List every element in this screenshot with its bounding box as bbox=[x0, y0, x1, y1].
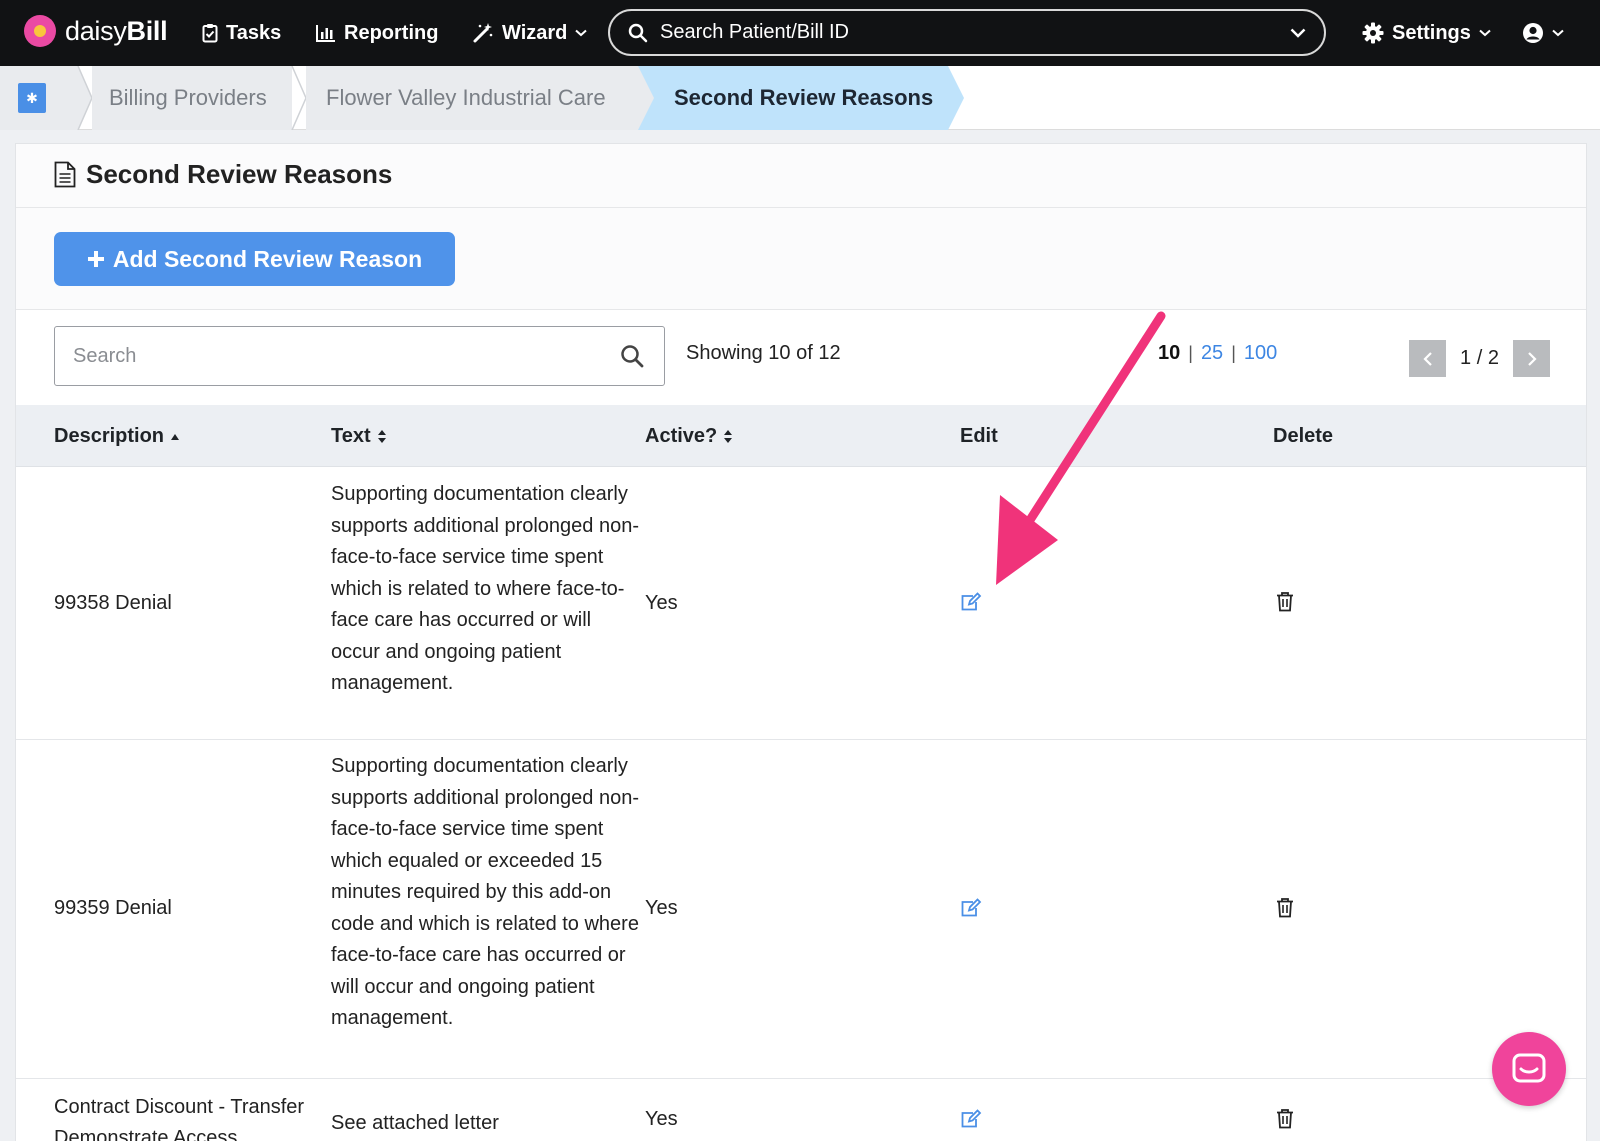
user-menu[interactable] bbox=[1522, 18, 1564, 48]
column-active-label: Active? bbox=[645, 425, 718, 447]
second-review-reasons-panel: Second Review Reasons Add Second Review … bbox=[15, 143, 1587, 1141]
nav-tasks-label: Tasks bbox=[226, 21, 282, 44]
nav-reporting[interactable]: Reporting bbox=[316, 18, 438, 48]
table-search[interactable] bbox=[54, 326, 665, 386]
breadcrumb-billing-providers-label: Billing Providers bbox=[109, 85, 267, 110]
breadcrumb-flower-valley[interactable]: Flower Valley Industrial Care bbox=[306, 66, 638, 130]
table-row: Contract Discount - Transfer Demonstrate… bbox=[16, 1080, 1586, 1141]
panel-header: Second Review Reasons bbox=[16, 144, 1586, 208]
trash-icon[interactable] bbox=[1276, 897, 1294, 918]
trash-icon[interactable] bbox=[1276, 591, 1294, 612]
breadcrumb: ✱ Billing Providers Flower Valley Indust… bbox=[0, 66, 1600, 130]
breadcrumb-separator bbox=[638, 66, 654, 130]
pagination: 1 / 2 bbox=[1409, 340, 1550, 377]
clipboard-check-icon bbox=[202, 24, 218, 43]
chevron-right-icon bbox=[1527, 351, 1537, 366]
document-icon bbox=[54, 161, 76, 188]
table-search-input[interactable] bbox=[73, 344, 620, 368]
row-text: Supporting documentation clearly support… bbox=[331, 755, 639, 1029]
sort-icon bbox=[724, 430, 733, 443]
nav-settings-label: Settings bbox=[1392, 21, 1471, 44]
row-active: Yes bbox=[645, 592, 678, 614]
row-active: Yes bbox=[645, 897, 678, 919]
magic-wand-icon bbox=[473, 23, 493, 43]
per-page-10: 10 bbox=[1158, 342, 1181, 364]
patient-bill-search-placeholder: Search Patient/Bill ID bbox=[660, 21, 849, 43]
prev-page-button[interactable] bbox=[1409, 340, 1446, 377]
bar-chart-icon bbox=[316, 25, 335, 42]
page-indicator: 1 / 2 bbox=[1460, 347, 1499, 369]
breadcrumb-flower-valley-label: Flower Valley Industrial Care bbox=[326, 85, 606, 110]
nav-reporting-label: Reporting bbox=[344, 21, 439, 44]
column-edit-label: Edit bbox=[960, 425, 998, 447]
search-icon bbox=[628, 23, 648, 42]
row-text: See attached letter bbox=[331, 1112, 499, 1134]
provider-file-icon: ✱ bbox=[18, 83, 46, 113]
row-text: Supporting documentation clearly support… bbox=[331, 483, 639, 694]
nav-tasks[interactable]: Tasks bbox=[202, 18, 281, 48]
next-page-button[interactable] bbox=[1513, 340, 1550, 377]
results-count: Showing 10 of 12 bbox=[686, 342, 841, 364]
logo-text-bill: Bill bbox=[126, 15, 168, 46]
logo-text-daisy: daisy bbox=[65, 15, 127, 46]
add-second-review-reason-button[interactable]: Add Second Review Reason bbox=[54, 232, 455, 286]
edit-icon[interactable] bbox=[960, 1109, 982, 1129]
column-description-label: Description bbox=[54, 425, 165, 447]
column-header-description[interactable]: Description bbox=[54, 425, 180, 448]
page-title: Second Review Reasons bbox=[54, 159, 392, 190]
top-nav: daisyBill Tasks Reporting Wizard Search … bbox=[0, 0, 1600, 66]
breadcrumb-current-label: Second Review Reasons bbox=[674, 85, 934, 110]
table-row: 99358 Denial Supporting documentation cl… bbox=[16, 468, 1586, 740]
add-button-label: Add Second Review Reason bbox=[112, 245, 423, 272]
sort-asc-icon bbox=[171, 433, 180, 440]
nav-wizard[interactable]: Wizard bbox=[472, 18, 588, 48]
sort-icon bbox=[377, 430, 386, 443]
per-page-25[interactable]: 25 bbox=[1201, 342, 1223, 365]
breadcrumb-separator bbox=[77, 66, 93, 130]
chevron-left-icon bbox=[1422, 351, 1432, 366]
gear-icon bbox=[1362, 22, 1384, 44]
column-header-edit: Edit bbox=[960, 425, 998, 448]
column-header-active[interactable]: Active? bbox=[645, 425, 733, 448]
chat-launcher[interactable] bbox=[1492, 1032, 1566, 1106]
breadcrumb-billing-providers[interactable]: Billing Providers bbox=[92, 66, 292, 130]
trash-icon[interactable] bbox=[1276, 1108, 1294, 1129]
per-page-separator: | bbox=[1188, 343, 1193, 363]
nav-settings[interactable]: Settings bbox=[1362, 18, 1491, 48]
plus-icon bbox=[87, 251, 104, 267]
chevron-down-icon bbox=[575, 29, 588, 37]
breadcrumb-separator bbox=[948, 66, 964, 130]
column-header-delete: Delete bbox=[1273, 425, 1333, 448]
edit-icon[interactable] bbox=[960, 592, 982, 612]
patient-bill-search[interactable]: Search Patient/Bill ID bbox=[608, 9, 1326, 56]
user-circle-icon bbox=[1523, 23, 1543, 43]
chevron-down-icon bbox=[1479, 29, 1491, 37]
chevron-down-icon bbox=[1552, 29, 1564, 37]
search-icon[interactable] bbox=[620, 344, 644, 368]
breadcrumb-home[interactable]: ✱ bbox=[0, 66, 78, 130]
column-header-text[interactable]: Text bbox=[331, 425, 387, 448]
chat-icon bbox=[1512, 1053, 1546, 1083]
per-page-selector: 10 | 25 | 100 bbox=[1158, 342, 1277, 365]
row-description: 99358 Denial bbox=[54, 592, 172, 614]
column-delete-label: Delete bbox=[1273, 425, 1334, 447]
per-page-separator: | bbox=[1231, 343, 1236, 363]
row-active: Yes bbox=[645, 1108, 678, 1130]
page-title-text: Second Review Reasons bbox=[86, 159, 393, 189]
breadcrumb-second-review-reasons: Second Review Reasons bbox=[638, 66, 948, 130]
table-row: 99359 Denial Supporting documentation cl… bbox=[16, 741, 1586, 1079]
chevron-down-icon[interactable] bbox=[1290, 28, 1306, 38]
flower-logo-icon bbox=[24, 15, 56, 47]
daisybill-logo[interactable]: daisyBill bbox=[24, 15, 168, 47]
nav-wizard-label: Wizard bbox=[502, 21, 568, 44]
edit-icon[interactable] bbox=[960, 898, 982, 918]
actions-bar: Add Second Review Reason bbox=[16, 208, 1586, 310]
row-description: 99359 Denial bbox=[54, 897, 172, 919]
column-text-label: Text bbox=[331, 425, 371, 447]
per-page-100[interactable]: 100 bbox=[1244, 342, 1277, 365]
row-description: Contract Discount - Transfer Demonstrate… bbox=[54, 1096, 305, 1141]
table-header: Description Text Active? Edit Delete bbox=[16, 405, 1586, 467]
